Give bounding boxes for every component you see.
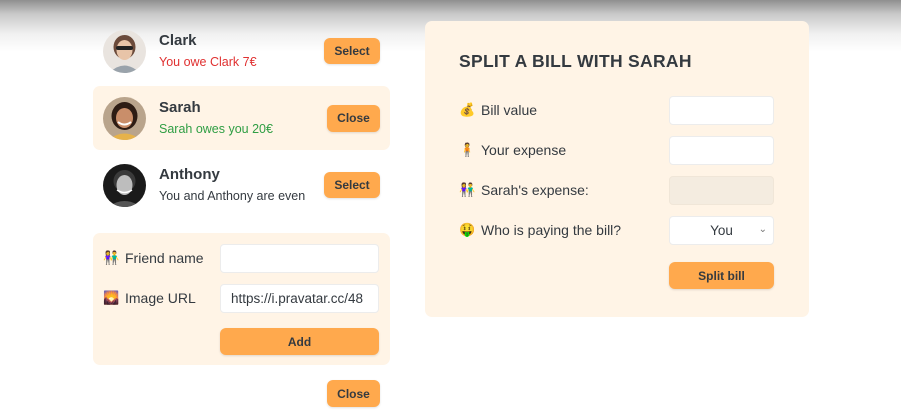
your-expense-label: Your expense <box>481 142 567 158</box>
friend-info: Clark You owe Clark 7€ <box>159 31 324 71</box>
payer-selected-value: You <box>710 223 733 238</box>
image-url-row: 🌄 Image URL <box>103 290 196 306</box>
friend-item-clark: Clark You owe Clark 7€ Select <box>93 19 390 83</box>
friend-name: Sarah <box>159 99 201 116</box>
avatar-clark <box>103 29 146 73</box>
avatar-anthony <box>103 163 146 207</box>
bill-value-label: Bill value <box>481 102 538 118</box>
image-url-label: Image URL <box>125 290 196 306</box>
select-anthony-button[interactable]: Select <box>324 172 380 198</box>
add-friend-button[interactable]: Add <box>220 328 379 355</box>
friends-emoji-icon: 👫 <box>103 250 120 265</box>
close-sarah-button[interactable]: Close <box>327 104 380 132</box>
friend-name: Clark <box>159 32 197 49</box>
image-url-input[interactable] <box>220 284 379 313</box>
image-emoji-icon: 🌄 <box>103 290 120 305</box>
friend-name-row: 👫 Friend name <box>103 250 204 266</box>
friend-info: Sarah Sarah owes you 20€ <box>159 98 327 138</box>
bill-value-input[interactable] <box>669 96 774 125</box>
add-friend-form: 👫 Friend name 🌄 Image URL Add <box>93 233 390 365</box>
friend-balance: You and Anthony are even <box>159 189 306 203</box>
friend-expense-input <box>669 176 774 205</box>
friend-name: Anthony <box>159 166 220 183</box>
friends-sidebar: Clark You owe Clark 7€ Select Sarah Sara… <box>93 19 390 220</box>
friend-balance: Sarah owes you 20€ <box>159 122 273 136</box>
chevron-down-icon: ⌄ <box>758 224 767 235</box>
friend-item-anthony: Anthony You and Anthony are even Select <box>93 153 390 217</box>
split-bill-form: SPLIT A BILL WITH SARAH 💰 Bill value 🧍 Y… <box>425 21 809 317</box>
money-bag-icon: 💰 <box>459 102 476 117</box>
friend-balance: You owe Clark 7€ <box>159 55 257 69</box>
money-face-icon: 🤑 <box>459 222 476 237</box>
friend-name-input[interactable] <box>220 244 379 273</box>
select-clark-button[interactable]: Select <box>324 38 380 64</box>
split-bill-button[interactable]: Split bill <box>669 262 774 289</box>
friends-emoji-icon: 👫 <box>459 182 476 197</box>
friend-info: Anthony You and Anthony are even <box>159 165 324 205</box>
your-expense-input[interactable] <box>669 136 774 165</box>
friends-list: Clark You owe Clark 7€ Select Sarah Sara… <box>93 19 390 217</box>
friend-expense-label: Sarah's expense: <box>481 182 589 198</box>
friend-expense-row: 👫 Sarah's expense: <box>459 182 589 198</box>
avatar-sarah <box>103 96 146 140</box>
friend-name-label: Friend name <box>125 250 204 266</box>
split-title: SPLIT A BILL WITH SARAH <box>459 51 692 71</box>
person-icon: 🧍 <box>459 142 476 157</box>
bill-value-row: 💰 Bill value <box>459 102 537 118</box>
payer-select[interactable]: You ⌄ <box>669 216 774 245</box>
your-expense-row: 🧍 Your expense <box>459 142 566 158</box>
payer-label: Who is paying the bill? <box>481 222 622 238</box>
close-add-form-button[interactable]: Close <box>327 380 380 407</box>
friend-item-sarah: Sarah Sarah owes you 20€ Close <box>93 86 390 150</box>
payer-row: 🤑 Who is paying the bill? <box>459 222 621 238</box>
